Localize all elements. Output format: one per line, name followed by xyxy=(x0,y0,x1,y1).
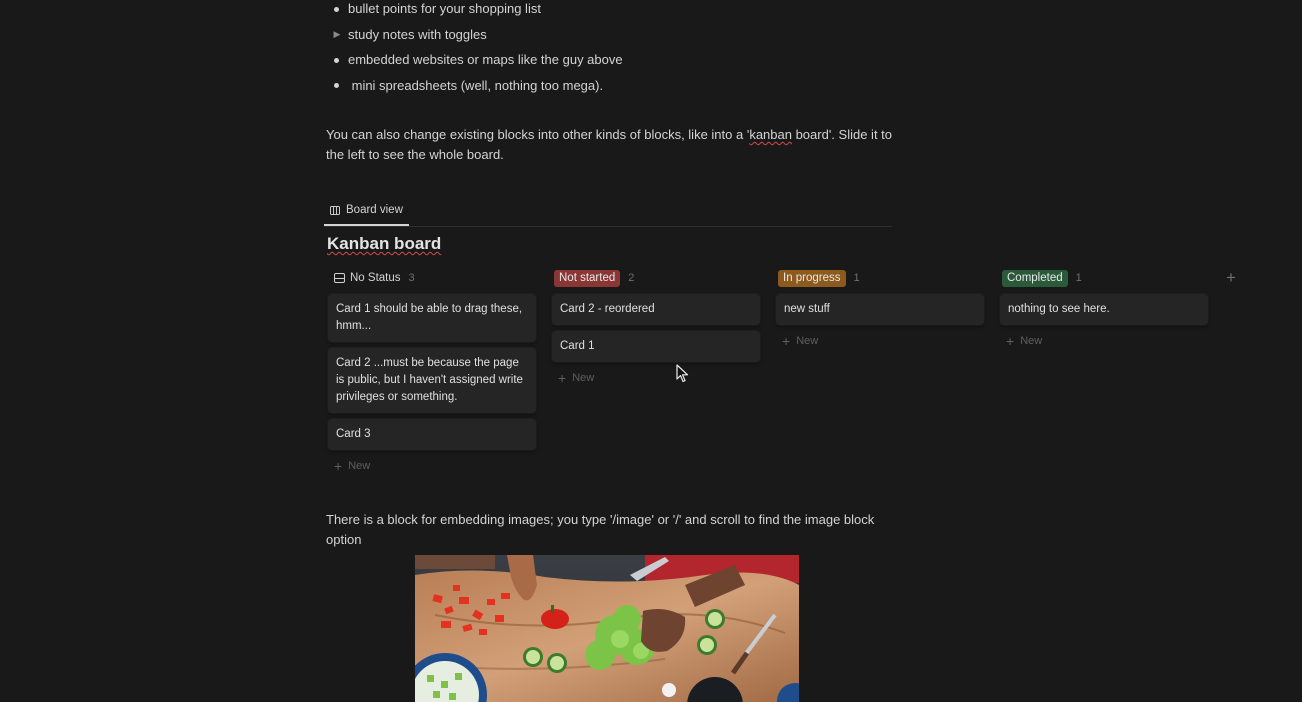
new-card-label: New xyxy=(796,335,819,347)
misspelled-word: kanban xyxy=(749,127,792,142)
paragraph-text: You can also change existing blocks into… xyxy=(326,127,750,142)
board-column-no-status: No Status 3 Card 1 should be able to dra… xyxy=(328,266,536,476)
list-item-text: study notes with toggles xyxy=(348,26,487,42)
list-item[interactable]: mini spreadsheets (well, nothing too meg… xyxy=(326,73,623,99)
plus-icon: + xyxy=(334,458,343,474)
column-header[interactable]: Completed 1 xyxy=(1000,266,1208,290)
new-card-button[interactable]: + New xyxy=(776,331,984,351)
column-count: 3 xyxy=(408,272,415,284)
column-header[interactable]: No Status 3 xyxy=(328,266,536,290)
column-name: No Status xyxy=(350,272,401,284)
kanban-card[interactable]: nothing to see here. xyxy=(1000,294,1208,325)
column-count: 2 xyxy=(628,272,635,284)
kanban-card[interactable]: Card 1 xyxy=(552,331,760,362)
mouse-pointer-icon xyxy=(676,364,689,383)
card-list: nothing to see here. xyxy=(1000,294,1208,325)
new-card-button[interactable]: + New xyxy=(328,456,536,476)
card-list: Card 1 should be able to drag these, hmm… xyxy=(328,294,536,450)
kanban-card[interactable]: new stuff xyxy=(776,294,984,325)
tab-board-view[interactable]: Board view xyxy=(324,196,409,226)
toggle-triangle-icon[interactable]: ▶ xyxy=(332,22,342,48)
column-header[interactable]: In progress 1 xyxy=(776,266,984,290)
list-item[interactable]: ▶ study notes with toggles xyxy=(326,22,623,48)
embedded-food-image[interactable] xyxy=(415,555,799,702)
kanban-card[interactable]: Card 1 should be able to drag these, hmm… xyxy=(328,294,536,342)
no-status-label: No Status xyxy=(330,272,401,284)
new-card-label: New xyxy=(572,372,595,384)
kanban-card[interactable]: Card 3 xyxy=(328,419,536,450)
list-item-text: mini spreadsheets (well, nothing too meg… xyxy=(348,77,604,93)
status-pill: Not started xyxy=(554,269,621,287)
new-card-label: New xyxy=(1020,335,1043,347)
card-list: new stuff xyxy=(776,294,984,325)
kanban-card[interactable]: Card 2 ...must be because the page is pu… xyxy=(328,348,536,413)
board-column-completed: Completed 1 nothing to see here. + New xyxy=(1000,266,1208,351)
card-list: Card 2 - reordered Card 1 xyxy=(552,294,760,362)
list-item[interactable]: bullet points for your shopping list xyxy=(326,0,623,22)
image-intro-paragraph[interactable]: There is a block for embedding images; y… xyxy=(326,510,892,550)
new-card-label: New xyxy=(348,460,371,472)
board-title-text: Kanban board xyxy=(327,234,442,253)
plus-icon: + xyxy=(558,370,567,386)
board-view-tabs: Board view xyxy=(324,196,892,227)
bullet-list: bullet points for your shopping list ▶ s… xyxy=(326,0,623,98)
board-title[interactable]: Kanban board xyxy=(327,234,441,254)
status-pill: In progress xyxy=(778,269,846,287)
list-item-text: bullet points for your shopping list xyxy=(348,1,541,16)
status-pill: Completed xyxy=(1002,269,1068,287)
column-header[interactable]: Not started 2 xyxy=(552,266,760,290)
notion-page: bullet points for your shopping list ▶ s… xyxy=(0,0,1302,702)
column-count: 1 xyxy=(1075,272,1082,284)
list-item[interactable]: embedded websites or maps like the guy a… xyxy=(326,47,623,73)
new-card-button[interactable]: + New xyxy=(1000,331,1208,351)
new-card-button[interactable]: + New xyxy=(552,368,760,388)
add-group-plus-icon[interactable]: + xyxy=(1226,268,1236,288)
inbox-icon xyxy=(334,273,345,283)
kanban-card[interactable]: Card 2 - reordered xyxy=(552,294,760,325)
plus-icon: + xyxy=(1006,333,1015,349)
board-column-in-progress: In progress 1 new stuff + New xyxy=(776,266,984,351)
list-item-text: embedded websites or maps like the guy a… xyxy=(348,52,623,67)
board-view-icon xyxy=(330,205,340,215)
kanban-intro-paragraph[interactable]: You can also change existing blocks into… xyxy=(326,125,892,165)
board-column-not-started: Not started 2 Card 2 - reordered Card 1 … xyxy=(552,266,760,388)
column-count: 1 xyxy=(853,272,860,284)
tab-label: Board view xyxy=(346,204,403,216)
plus-icon: + xyxy=(782,333,791,349)
